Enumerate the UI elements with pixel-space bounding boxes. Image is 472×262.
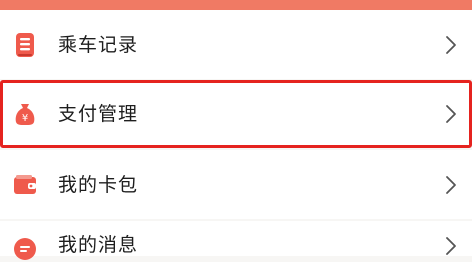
menu-item-ride-record[interactable]: 乘车记录 <box>0 10 472 79</box>
svg-text:¥: ¥ <box>22 113 28 124</box>
chevron-right-icon <box>444 235 458 257</box>
chevron-right-icon <box>444 34 458 56</box>
ride-record-icon <box>12 32 38 58</box>
menu-item-label: 乘车记录 <box>58 33 139 56</box>
menu-item-label: 支付管理 <box>58 103 139 125</box>
menu-list: 乘车记录 ¥ 支付管理 我的卡包 我的消息 <box>0 0 472 260</box>
money-bag-icon: ¥ <box>12 101 38 127</box>
menu-item-my-messages[interactable]: 我的消息 <box>0 221 472 260</box>
chevron-right-icon <box>444 103 458 125</box>
message-icon <box>12 236 38 262</box>
menu-item-my-card-wallet[interactable]: 我的卡包 <box>0 150 472 219</box>
menu-item-payment-management[interactable]: ¥ 支付管理 <box>0 80 472 148</box>
menu-item-label: 我的消息 <box>58 234 139 256</box>
menu-item-label: 我的卡包 <box>58 173 139 196</box>
wallet-icon <box>12 172 38 198</box>
chevron-right-icon <box>444 174 458 196</box>
